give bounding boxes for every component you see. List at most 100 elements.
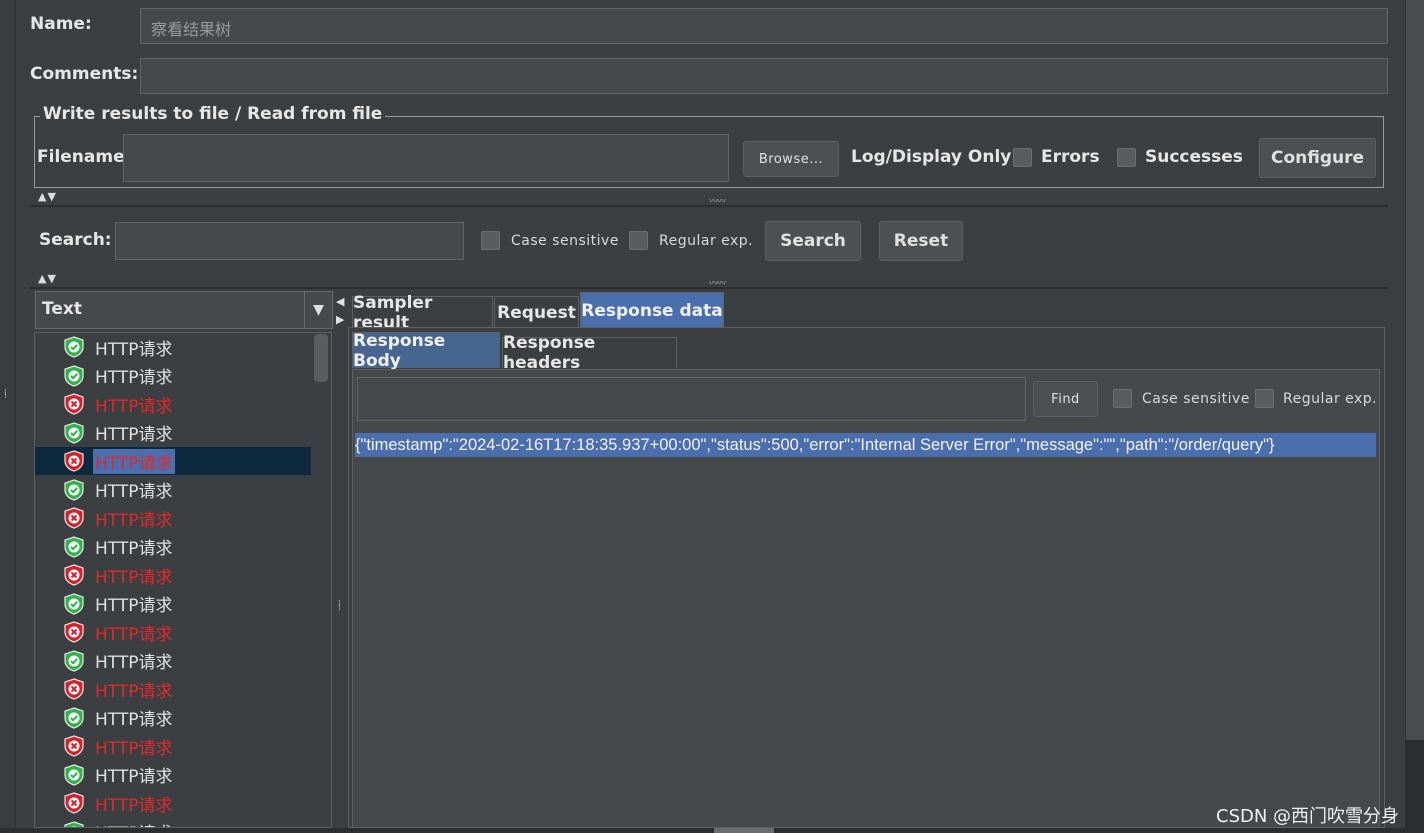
file-section-legend: Write results to file / Read from file [40, 104, 386, 124]
tree-item[interactable]: HTTP请求 [35, 789, 305, 817]
tab-request[interactable]: Request [494, 296, 579, 328]
tree-item-label: HTTP请求 [93, 448, 175, 474]
tree-item-label: HTTP请求 [95, 624, 173, 645]
tree-item[interactable]: HTTP请求 [35, 362, 305, 390]
watermark: CSDN @西门吹雪分身 [1216, 806, 1400, 827]
vertical-splitter-grip-icon[interactable]: ⁞ ⁞ [338, 600, 341, 613]
tree-item-label: HTTP请求 [95, 795, 173, 816]
tree-item-label: HTTP请求 [95, 510, 173, 531]
comments-input[interactable] [140, 58, 1388, 94]
tree-item[interactable]: HTTP请求 [35, 732, 305, 760]
collapse-arrows-icon-2[interactable]: ▲▼ [38, 272, 57, 285]
success-shield-icon [63, 592, 85, 615]
browse-button[interactable]: Browse... [743, 141, 839, 177]
tree-item[interactable]: HTTP请求 [35, 333, 305, 361]
error-shield-icon [63, 564, 85, 586]
find-case-sensitive-checkbox[interactable] [1113, 389, 1132, 408]
find-input[interactable] [357, 377, 1026, 421]
find-regular-exp-checkbox[interactable] [1255, 389, 1274, 408]
search-case-sensitive-checkbox[interactable] [481, 231, 500, 250]
success-shield-icon [63, 535, 85, 558]
divider-line [30, 205, 1388, 207]
tree-item-label: HTTP请求 [95, 339, 173, 360]
success-shield-icon [63, 364, 85, 387]
tab-response-data[interactable]: Response data [580, 292, 724, 328]
tree-item[interactable]: HTTP请求 [35, 476, 305, 504]
find-regular-exp-label: Regular exp. [1283, 391, 1378, 407]
success-shield-icon [63, 763, 85, 786]
tree-item-label: HTTP请求 [95, 368, 173, 388]
bottom-bar [0, 828, 1424, 833]
search-regular-exp-checkbox[interactable] [629, 231, 648, 250]
errors-label: Errors [1041, 147, 1100, 167]
tree-item[interactable]: HTTP请求 [35, 533, 305, 561]
error-shield-icon [63, 507, 85, 529]
tree-item[interactable]: HTTP请求 [35, 818, 305, 827]
successes-checkbox[interactable] [1117, 148, 1136, 167]
search-case-sensitive-label: Case sensitive [511, 233, 619, 249]
tree-item[interactable]: HTTP请求 [35, 590, 305, 618]
tree-item[interactable]: HTTP请求 [35, 390, 305, 418]
tree-item-label: HTTP请求 [95, 738, 173, 759]
tree-item-label: HTTP请求 [95, 396, 173, 417]
right-edge-strip [1405, 0, 1424, 740]
name-label: Name: [30, 14, 92, 34]
collapse-arrows-icon[interactable]: ▲▼ [38, 190, 57, 203]
tree-item-label: HTTP请求 [95, 425, 173, 445]
reset-button[interactable]: Reset [879, 221, 963, 261]
tree-item[interactable]: HTTP请求 [35, 504, 305, 532]
comments-label: Comments: [30, 64, 139, 84]
tree-item[interactable]: HTTP请求 [35, 761, 305, 789]
filename-label: Filename [37, 147, 125, 167]
tree-item-label: HTTP请求 [95, 681, 173, 702]
bottom-scroll-thumb[interactable] [714, 828, 774, 833]
splitter-right-arrow-icon[interactable]: ▶ [336, 313, 344, 326]
name-input-value: 察看结果树 [151, 20, 232, 39]
error-shield-icon [63, 393, 85, 415]
tree-item-label: HTTP请求 [95, 653, 173, 673]
tree-item-label: HTTP请求 [95, 767, 173, 787]
tree-item[interactable]: HTTP请求 [35, 647, 305, 675]
tree-item[interactable]: HTTP请求 [35, 618, 305, 646]
search-input[interactable] [115, 222, 464, 260]
configure-button[interactable]: Configure [1259, 138, 1376, 178]
vertical-splitter[interactable] [334, 291, 348, 828]
success-shield-icon [63, 336, 85, 358]
success-shield-icon [63, 478, 85, 501]
renderer-dropdown-button[interactable]: ▼ [304, 292, 332, 328]
divider-line-2 [30, 287, 1388, 289]
tree-item-label: HTTP请求 [95, 567, 173, 588]
find-button[interactable]: Find [1033, 381, 1098, 417]
error-shield-icon [63, 678, 85, 700]
left-edge-splitter[interactable] [0, 0, 16, 833]
tree-scrollbar-thumb[interactable] [314, 334, 328, 382]
tree-item-label: HTTP请求 [95, 710, 173, 730]
success-shield-icon [63, 706, 85, 729]
name-input[interactable]: 察看结果树 [140, 8, 1388, 44]
success-shield-icon [63, 649, 85, 672]
tree-item[interactable]: HTTP请求 [35, 447, 311, 475]
success-shield-icon [63, 820, 85, 827]
errors-checkbox[interactable] [1013, 148, 1032, 167]
results-tree[interactable]: HTTP请求 HTTP请求 HTTP请求 HTTP请求 HTTP请求 HTTP请求 HTTP… [34, 332, 332, 828]
tree-item[interactable]: HTTP请求 [35, 419, 305, 447]
renderer-select[interactable]: Text ▼ [35, 291, 333, 329]
tree-item[interactable]: HTTP请求 [35, 704, 305, 732]
tab-response-body[interactable]: Response Body [352, 331, 500, 371]
tree-item[interactable]: HTTP请求 [35, 561, 305, 589]
tab-sampler-result[interactable]: Sampler result [352, 293, 493, 333]
response-body-text[interactable]: {"timestamp":"2024-02-16T17:18:35.937+00… [355, 433, 1376, 457]
search-button[interactable]: Search [765, 221, 861, 261]
tree-item-label: HTTP请求 [95, 596, 173, 616]
find-case-sensitive-label: Case sensitive [1142, 391, 1250, 407]
search-label: Search: [39, 230, 112, 250]
renderer-select-value: Text [42, 299, 82, 319]
splitter-left-arrow-icon[interactable]: ◀ [336, 295, 344, 308]
tree-item[interactable]: HTTP请求 [35, 675, 305, 703]
log-display-label: Log/Display Only: [851, 147, 1019, 167]
error-shield-icon [63, 792, 85, 814]
error-shield-icon [63, 450, 85, 472]
filename-input[interactable] [123, 134, 729, 182]
right-edge-dark [1405, 740, 1424, 833]
tab-response-headers[interactable]: Response headers [502, 333, 677, 373]
